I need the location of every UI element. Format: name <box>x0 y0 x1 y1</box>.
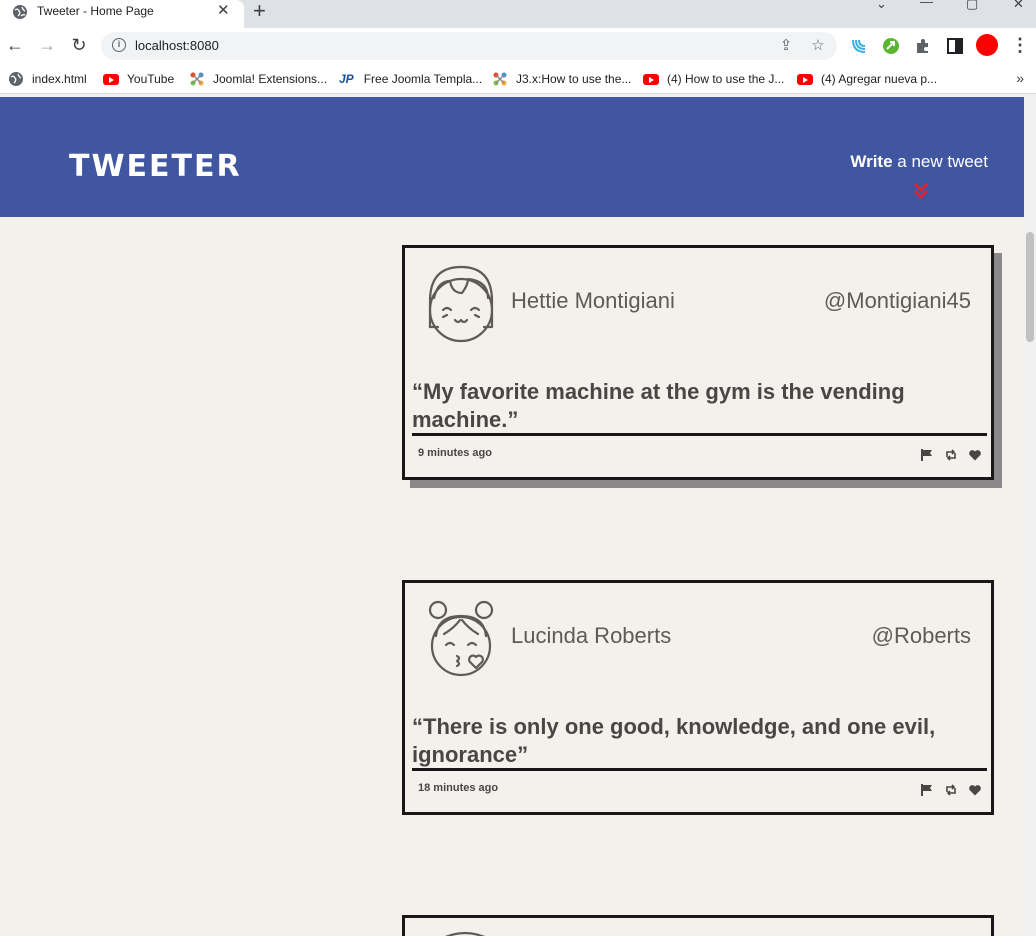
retweet-icon[interactable] <box>944 448 958 462</box>
bookmark-item[interactable]: (4) How to use the J... <box>643 70 784 88</box>
share-icon[interactable]: ⇪ <box>777 37 795 55</box>
bookmark-item[interactable]: J3.x:How to use the... <box>492 70 631 88</box>
globe-icon <box>9 72 23 86</box>
bookmark-label: (4) Agregar nueva p... <box>821 72 938 86</box>
globe-icon <box>13 5 27 19</box>
browser-menu-icon[interactable]: ⋮ <box>1010 35 1030 55</box>
tweet-divider <box>412 768 987 771</box>
bookmark-label: J3.x:How to use the... <box>516 72 632 86</box>
bookmark-label: Free Joomla Templa... <box>363 72 483 86</box>
flag-icon[interactable] <box>920 783 934 797</box>
site-logo[interactable]: TWEETER <box>69 149 242 185</box>
reload-icon[interactable]: ↻ <box>69 35 89 55</box>
maximize-icon[interactable]: ▢ <box>966 0 978 12</box>
tab-strip: Tweeter - Home Page ✕ + ⌄ — ▢ ✕ <box>0 0 1036 28</box>
bookmark-label: index.html <box>32 72 87 86</box>
bookmark-item[interactable]: index.html <box>8 70 87 88</box>
tweet-card <box>402 915 994 936</box>
tab-title: Tweeter - Home Page <box>37 4 154 18</box>
close-window-icon[interactable]: ✕ <box>1013 0 1024 12</box>
new-tab-icon[interactable]: + <box>253 0 266 22</box>
bookmark-item[interactable]: YouTube <box>103 70 174 88</box>
site-header: TWEETER Write a new tweet <box>0 97 1024 217</box>
page-scrollbar[interactable] <box>1024 97 1036 936</box>
more-bookmarks-icon[interactable]: » <box>1016 70 1024 86</box>
tab-search-icon[interactable]: ⌄ <box>876 0 887 12</box>
avatar-partial-icon <box>444 931 486 936</box>
tweet-card: Lucinda Roberts @Roberts “There is only … <box>402 580 994 815</box>
forward-arrow-icon[interactable]: → <box>37 35 57 55</box>
active-tab[interactable]: Tweeter - Home Page ✕ <box>0 0 244 28</box>
profile-avatar-icon[interactable] <box>976 34 998 56</box>
write-rest-label: a new tweet <box>892 152 988 171</box>
retweet-icon[interactable] <box>944 783 958 797</box>
flag-icon[interactable] <box>920 448 934 462</box>
joomla-icon <box>493 72 507 86</box>
tweet-author-name: Lucinda Roberts <box>511 623 672 648</box>
url-text[interactable]: localhost:8080 <box>135 38 219 53</box>
bookmark-item[interactable]: (4) Agregar nueva p... <box>797 70 937 88</box>
heart-icon[interactable] <box>968 783 982 797</box>
tweet-text: “There is only one good, knowledge, and … <box>412 714 936 767</box>
youtube-icon <box>103 73 119 85</box>
scrollbar-thumb[interactable] <box>1026 232 1034 342</box>
site-info-icon[interactable]: i <box>112 38 126 52</box>
bookmark-star-icon[interactable]: ☆ <box>809 37 827 55</box>
heart-icon[interactable] <box>968 448 982 462</box>
write-bold-label: Write <box>850 152 893 171</box>
tweet-timestamp: 18 minutes ago <box>418 782 499 794</box>
youtube-icon <box>797 73 813 85</box>
double-chevron-down-icon[interactable] <box>912 182 930 200</box>
tweet-author-handle: @Roberts <box>871 623 971 648</box>
extensions-puzzle-icon[interactable] <box>913 36 933 56</box>
bookmarks-bar: index.html YouTube Joomla! Extensions...… <box>0 64 1036 94</box>
bookmark-item[interactable]: JP Free Joomla Templa... <box>339 70 482 88</box>
bookmark-item[interactable]: Joomla! Extensions... <box>189 70 327 88</box>
bookmark-label: Joomla! Extensions... <box>213 72 328 86</box>
back-arrow-icon[interactable]: ← <box>5 35 25 55</box>
browser-toolbar: ← → ↻ i localhost:8080 ⇪ ☆ ⋮ <box>0 28 1036 64</box>
tweet-card: Hettie Montigiani @Montigiani45 “My favo… <box>402 245 994 480</box>
tweet-divider <box>412 433 987 436</box>
tweet-text: “My favorite machine at the gym is the v… <box>412 379 905 432</box>
youtube-icon <box>643 73 659 85</box>
wifi-extension-icon[interactable] <box>849 36 869 56</box>
green-extension-icon[interactable] <box>881 36 901 56</box>
write-tweet-link[interactable]: Write a new tweet <box>850 152 988 172</box>
joomla-icon <box>190 72 204 86</box>
jp-icon: JP <box>339 72 354 86</box>
bookmark-label: YouTube <box>127 72 175 86</box>
address-bar[interactable]: i localhost:8080 ⇪ ☆ <box>101 32 837 60</box>
side-panel-icon[interactable] <box>945 36 965 56</box>
tab-close-icon[interactable]: ✕ <box>217 3 230 19</box>
tweet-author-handle: @Montigiani45 <box>823 288 971 313</box>
tweet-author-name: Hettie Montigiani <box>511 288 675 313</box>
minimize-icon[interactable]: — <box>920 0 933 9</box>
girl-bangs-avatar-icon <box>428 265 494 343</box>
tweet-timestamp: 9 minutes ago <box>418 447 492 459</box>
girl-buns-kiss-avatar-icon <box>428 600 494 677</box>
bookmark-label: (4) How to use the J... <box>667 72 785 86</box>
